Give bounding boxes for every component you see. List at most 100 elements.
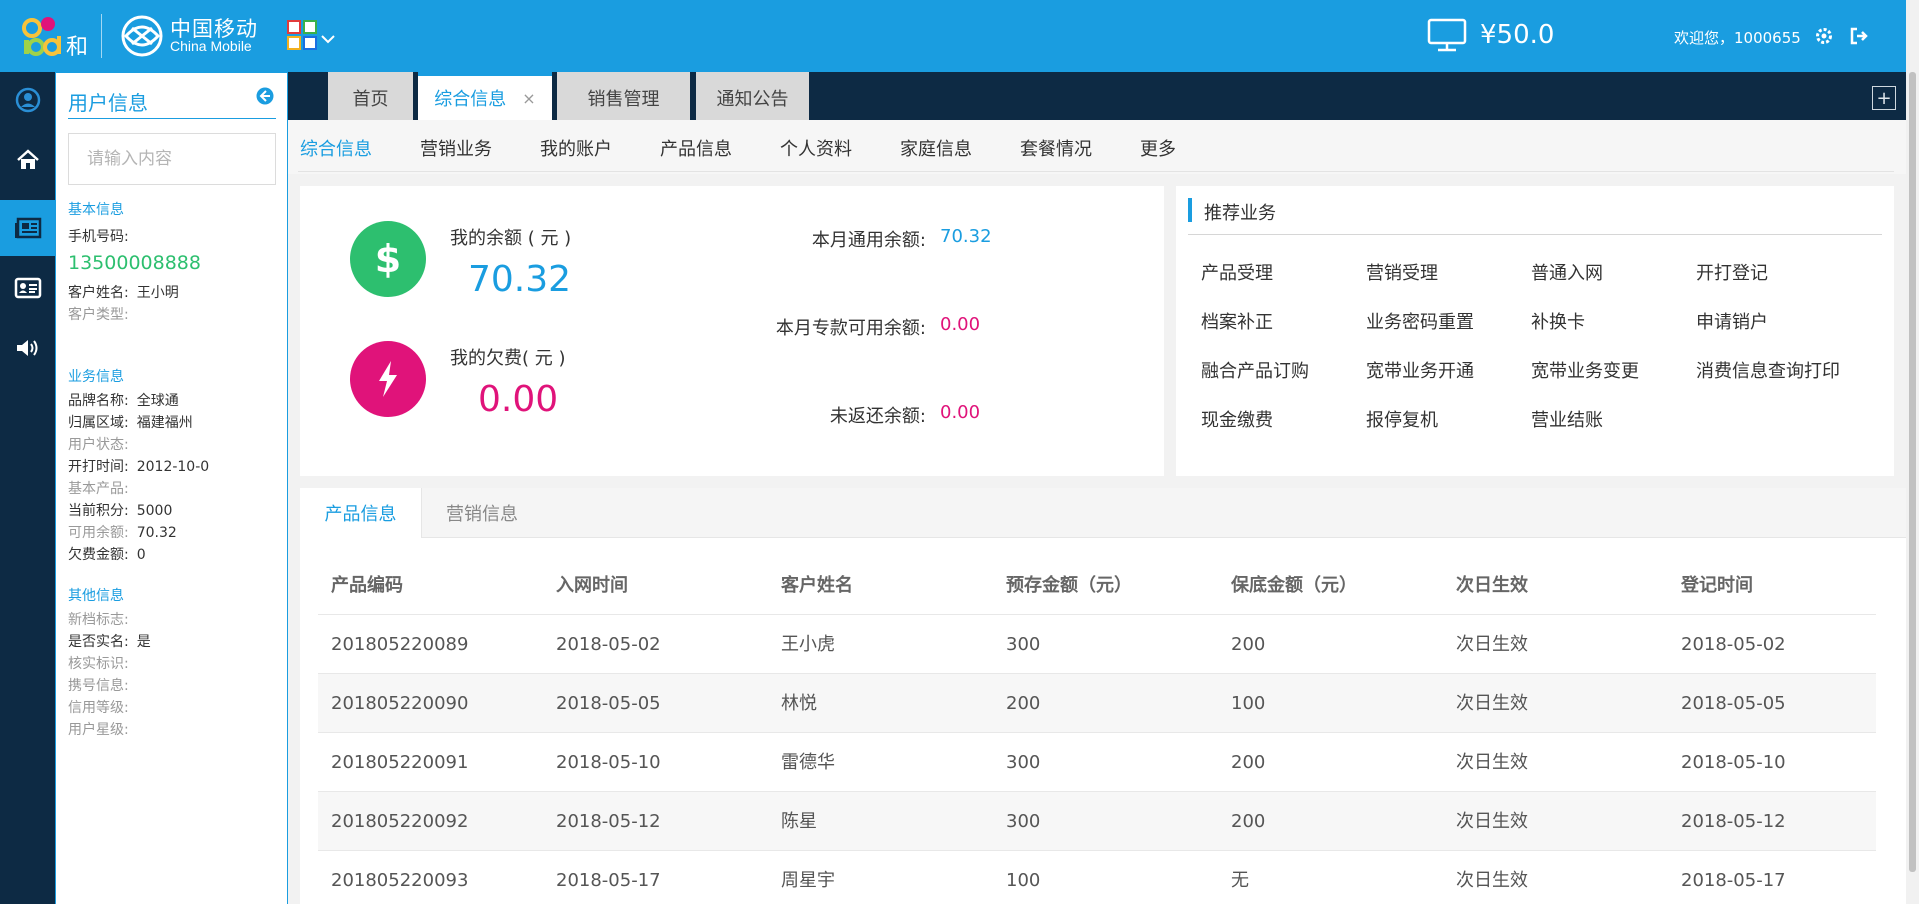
points-value: 5000 — [136, 503, 173, 519]
rec-broadband-change[interactable]: 宽带业务变更 — [1531, 357, 1639, 383]
region-row: 归属区域: 福建福州 — [68, 412, 193, 432]
brand-value: 全球通 — [136, 393, 179, 409]
rec-bundle-order[interactable]: 融合产品订购 — [1201, 357, 1309, 383]
phone-number: 13500008888 — [68, 252, 201, 274]
nav-user[interactable] — [0, 72, 55, 128]
add-tab-button[interactable]: + — [1872, 86, 1896, 110]
subnav-product[interactable]: 产品信息 — [660, 135, 732, 161]
cell-code: 201805220093 — [331, 870, 469, 891]
table-row[interactable]: 201805220091 2018-05-10 雷德华 300 200 次日生效… — [318, 733, 1876, 792]
cell-minimum: 200 — [1231, 811, 1266, 832]
close-icon[interactable]: × — [522, 89, 535, 108]
cell-prestore: 200 — [1006, 693, 1041, 714]
my-balance-label: 我的余额 ( 元 ) — [450, 228, 572, 249]
general-balance-value: 70.32 — [940, 226, 992, 247]
rec-file-correct[interactable]: 档案补正 — [1201, 308, 1273, 334]
rec-product-accept[interactable]: 产品受理 — [1201, 259, 1273, 285]
panel-title: 用户信息 — [68, 91, 148, 115]
realname-label: 是否实名: — [68, 634, 129, 650]
cell-register: 2018-05-05 — [1681, 693, 1786, 714]
apps-grid-icon — [287, 20, 317, 50]
tab-marketing-info[interactable]: 营销信息 — [422, 488, 542, 538]
rec-cash-pay[interactable]: 现金缴费 — [1201, 406, 1273, 432]
my-balance-value: 70.32 — [468, 259, 572, 300]
back-arrow-icon[interactable] — [256, 87, 274, 105]
cell-prestore: 300 — [1006, 811, 1041, 832]
rec-marketing-accept[interactable]: 营销受理 — [1366, 259, 1438, 285]
sub-nav: 综合信息 营销业务 我的账户 产品信息 个人资料 家庭信息 套餐情况 更多 — [288, 120, 1906, 174]
rec-password-reset[interactable]: 业务密码重置 — [1366, 308, 1474, 334]
subnav-marketing[interactable]: 营销业务 — [420, 135, 492, 161]
svg-text:和: 和 — [66, 35, 88, 56]
account-balance: ¥50.0 — [1480, 20, 1555, 50]
product-tabs: 产品信息 营销信息 — [300, 488, 1906, 538]
avail-label: 可用余额: — [68, 525, 129, 541]
my-owe-label: 我的欠费( 元 ) — [450, 348, 566, 369]
rec-open-register[interactable]: 开打登记 — [1696, 259, 1768, 285]
rec-broadband-open[interactable]: 宽带业务开通 — [1366, 357, 1474, 383]
cell-register: 2018-05-12 — [1681, 811, 1786, 832]
logout-icon[interactable] — [1849, 26, 1869, 46]
china-mobile-logo-icon — [121, 15, 163, 57]
table-row[interactable]: 201805220093 2018-05-17 周星宇 100 无 次日生效 2… — [318, 851, 1876, 904]
rec-replace-card[interactable]: 补换卡 — [1531, 308, 1585, 334]
scrollbar-thumb[interactable] — [1909, 72, 1916, 872]
gear-icon[interactable] — [1814, 26, 1834, 46]
nav-info[interactable] — [0, 200, 55, 256]
tab-sales[interactable]: 销售管理 — [557, 72, 690, 120]
rec-bill-print[interactable]: 消费信息查询打印 — [1696, 357, 1840, 383]
table-row[interactable]: 201805220092 2018-05-12 陈星 300 200 次日生效 … — [318, 792, 1876, 851]
apps-menu-button[interactable] — [287, 20, 339, 54]
brand-label: 品牌名称: — [68, 393, 129, 409]
rec-suspend-resume[interactable]: 报停复机 — [1366, 406, 1438, 432]
special-balance-value: 0.00 — [940, 314, 981, 335]
points-row: 当前积分: 5000 — [68, 500, 172, 520]
col-effective: 次日生效 — [1456, 575, 1528, 596]
recommend-title: 推荐业务 — [1204, 203, 1276, 224]
avail-row: 可用余额: 70.32 — [68, 522, 177, 542]
subnav-account[interactable]: 我的账户 — [540, 135, 612, 161]
tab-home[interactable]: 首页 — [328, 72, 413, 120]
rec-close-account[interactable]: 申请销户 — [1696, 308, 1768, 334]
subnav-plan[interactable]: 套餐情况 — [1020, 135, 1092, 161]
content-area: 综合信息 营销业务 我的账户 产品信息 个人资料 家庭信息 套餐情况 更多 $ … — [288, 120, 1906, 904]
and-logo-icon: 和 — [22, 17, 88, 56]
special-balance-label: 本月专款可用余额: — [775, 318, 926, 339]
phone-label-row: 手机号码: — [68, 226, 129, 246]
credit-row: 信用等级: — [68, 697, 129, 717]
user-search-input[interactable] — [68, 133, 276, 185]
open-value: 2012-10-0 — [136, 459, 210, 475]
nav-card[interactable] — [0, 260, 55, 316]
nav-home[interactable] — [0, 132, 55, 188]
subnav-profile[interactable]: 个人资料 — [780, 135, 852, 161]
region-label: 归属区域: — [68, 415, 129, 431]
cell-effective: 次日生效 — [1456, 634, 1528, 655]
rec-settlement[interactable]: 营业结账 — [1531, 406, 1603, 432]
star-row: 用户星级: — [68, 719, 129, 739]
tab-product-info[interactable]: 产品信息 — [300, 488, 422, 538]
col-code: 产品编码 — [331, 575, 403, 596]
cell-register: 2018-05-02 — [1681, 634, 1786, 655]
subnav-overview[interactable]: 综合信息 — [300, 135, 372, 161]
dollar-glyph: $ — [374, 237, 402, 281]
col-join-date: 入网时间 — [556, 575, 628, 596]
subnav-more[interactable]: 更多 — [1140, 135, 1176, 161]
realname-row: 是否实名: 是 — [68, 631, 151, 651]
owe-value: 0 — [136, 547, 146, 563]
subnav-family[interactable]: 家庭信息 — [900, 135, 972, 161]
newspaper-icon — [14, 217, 41, 239]
nav-announce[interactable] — [0, 320, 55, 376]
verify-label: 核实标识: — [68, 656, 129, 672]
tab-notices-label: 通知公告 — [716, 89, 789, 110]
rec-normal-join[interactable]: 普通入网 — [1531, 259, 1603, 285]
tab-overview[interactable]: 综合信息 × — [418, 72, 552, 120]
name-label: 客户姓名: — [68, 285, 129, 301]
realname-value: 是 — [136, 634, 151, 650]
table-row[interactable]: 201805220089 2018-05-02 王小虎 300 200 次日生效… — [318, 615, 1876, 674]
region-value: 福建福州 — [136, 415, 193, 431]
recommend-accent-bar — [1188, 198, 1192, 222]
table-row[interactable]: 201805220090 2018-05-05 林悦 200 100 次日生效 … — [318, 674, 1876, 733]
tab-notices[interactable]: 通知公告 — [696, 72, 809, 120]
page-scrollbar[interactable] — [1906, 0, 1919, 904]
cell-join-date: 2018-05-17 — [556, 870, 661, 891]
